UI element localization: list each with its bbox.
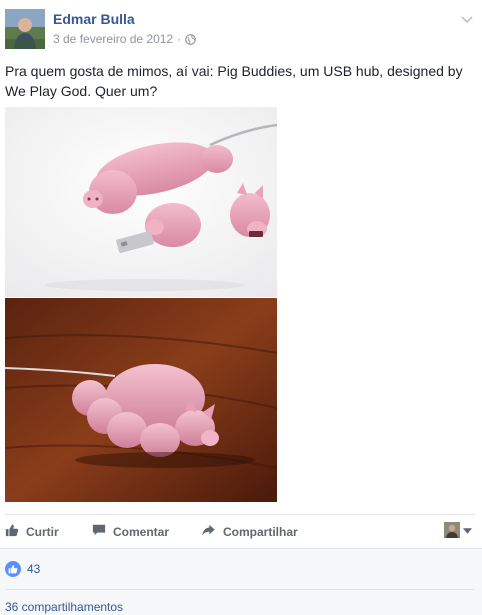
- thumbs-up-icon: [5, 523, 19, 540]
- post-actions-bar: Curtir Comentar Compartilhar: [5, 514, 475, 546]
- shares-count-link[interactable]: 36 compartilhamentos: [5, 600, 123, 614]
- footer-divider: [5, 589, 475, 590]
- post-text: Pra quem gosta de mimos, aí vai: Pig Bud…: [5, 63, 463, 99]
- post-footer: 43 36 compartilhamentos: [0, 548, 482, 615]
- meta-separator: ·: [177, 32, 182, 46]
- post-meta: 3 de fevereiro de 2012 ·: [53, 32, 196, 46]
- globe-icon[interactable]: [185, 33, 196, 45]
- caret-down-icon: [463, 521, 472, 539]
- like-label: Curtir: [26, 524, 59, 539]
- post-as-selector[interactable]: [444, 521, 472, 539]
- share-arrow-icon: [201, 523, 216, 540]
- post-photo-white[interactable]: [5, 107, 277, 297]
- author-name[interactable]: Edmar Bulla: [53, 11, 135, 27]
- facebook-post: Edmar Bulla 3 de fevereiro de 2012 · Pra…: [0, 0, 482, 615]
- post-header: Edmar Bulla 3 de fevereiro de 2012 ·: [5, 9, 475, 49]
- comment-icon: [92, 523, 106, 540]
- reaction-count: 43: [27, 562, 41, 576]
- share-button[interactable]: Compartilhar: [201, 523, 298, 540]
- user-avatar: [444, 522, 460, 538]
- like-reaction-icon: [5, 561, 21, 577]
- like-button[interactable]: Curtir: [5, 523, 59, 540]
- comment-label: Comentar: [113, 524, 170, 539]
- comment-button[interactable]: Comentar: [92, 523, 169, 540]
- chevron-down-icon[interactable]: [459, 11, 475, 27]
- post-date[interactable]: 3 de fevereiro de 2012: [53, 32, 173, 46]
- author-avatar[interactable]: [5, 9, 45, 49]
- share-label: Compartilhar: [223, 524, 298, 539]
- reaction-summary[interactable]: 43: [5, 561, 40, 577]
- post-photo-wood[interactable]: [5, 298, 277, 502]
